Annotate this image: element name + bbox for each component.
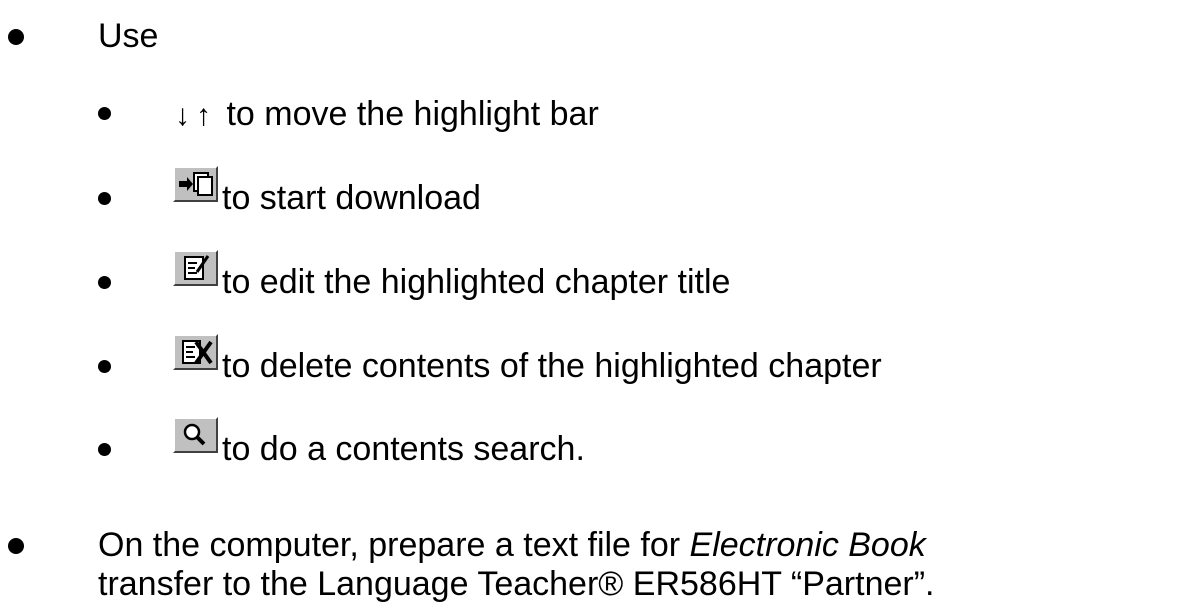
sub-bullet-marker [98,192,111,205]
electronic-book-italic: Electronic Book [689,526,926,564]
sub-bullet-marker [98,443,111,456]
arrows-description: to move the highlight bar [226,95,599,133]
prepare-text-line-2: transfer to the Language Teacher® ER586H… [98,565,935,603]
arrows-line: ↓ ↑ to move the highlight bar [175,94,599,136]
prepare-text-prefix: On the computer, prepare a text file for [98,526,690,564]
up-arrow-icon: ↑ [196,99,211,132]
download-button[interactable] [173,166,218,202]
bullet-marker [8,29,24,45]
down-arrow-icon: ↓ [175,99,190,132]
delete-button[interactable] [173,334,218,370]
download-icon [179,172,213,196]
delete-icon [182,340,213,365]
edit-button[interactable] [173,250,218,286]
delete-description: to delete contents of the highlighted ch… [222,347,882,385]
bullet-marker [8,538,24,554]
search-description: to do a contents search. [222,430,585,468]
prepare-text-line-1: On the computer, prepare a text file for… [98,525,926,565]
edit-icon [184,255,210,280]
search-icon [183,423,206,446]
sub-bullet-marker [98,276,111,289]
search-button[interactable] [173,417,218,453]
sub-bullet-marker [98,360,111,373]
sub-bullet-marker [98,107,111,120]
edit-description: to edit the highlighted chapter title [222,263,731,301]
download-description: to start download [222,179,481,217]
use-heading: Use [98,17,159,55]
